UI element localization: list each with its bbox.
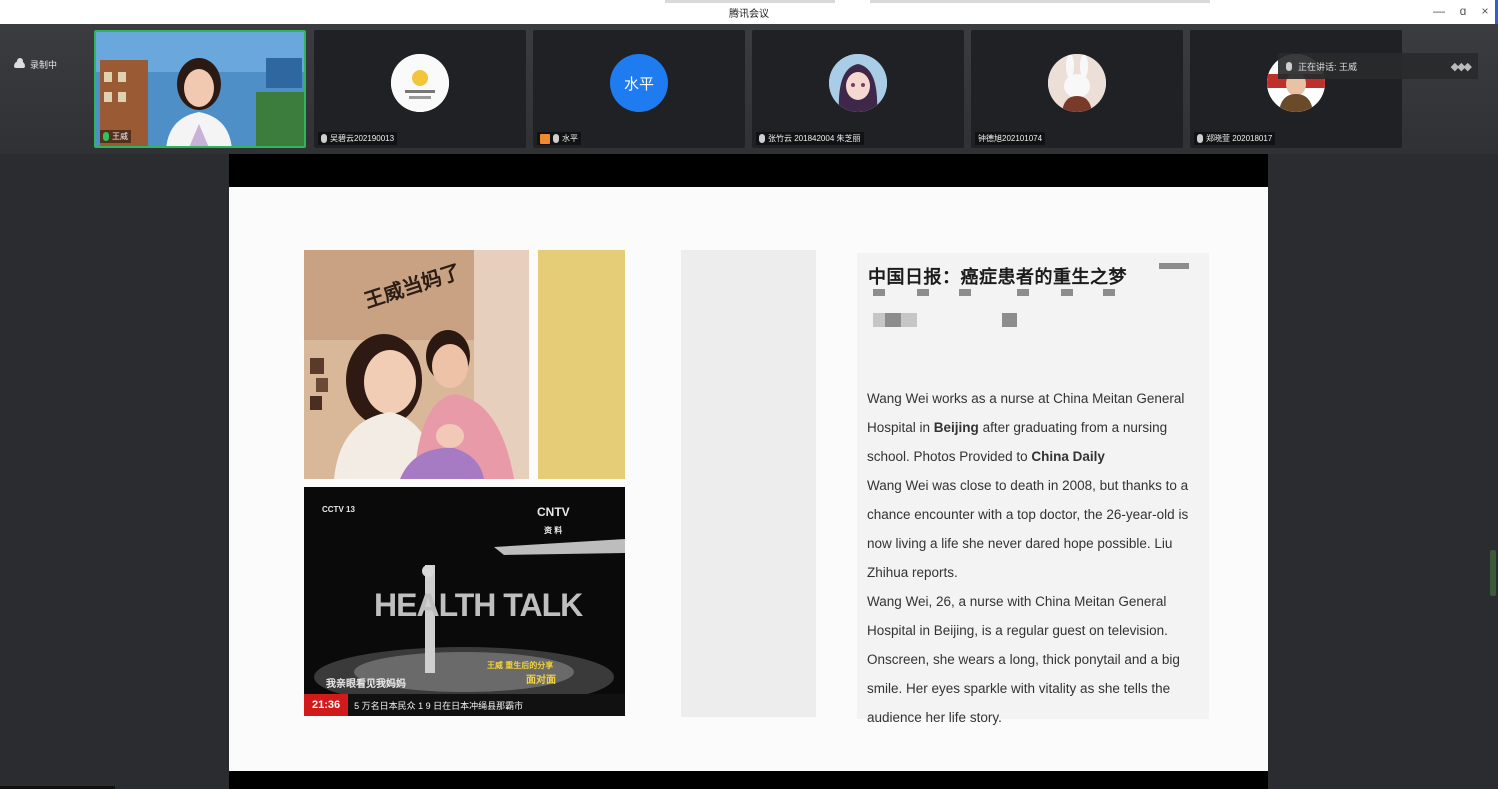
participant-name: 王威 <box>112 132 128 141</box>
rabbit-avatar-image <box>1048 54 1106 112</box>
title-bar: 腾讯会议 — ɑ × <box>0 0 1498 24</box>
tv-ticker: 21:36 5 万名日本民众 1 9 日在日本冲绳县那霸市 <box>304 694 625 716</box>
tv-logo-left: CCTV 13 <box>322 505 355 514</box>
participant-tile[interactable]: 钟德旭202101074 <box>971 30 1183 148</box>
redacted-mark <box>885 313 901 327</box>
close-button[interactable]: × <box>1478 4 1492 18</box>
tv-program-bug-sub: 面对面 <box>526 675 556 686</box>
participant-avatar <box>391 54 449 112</box>
article-body: Wang Wei works as a nurse at China Meita… <box>867 384 1205 732</box>
participant-tile-video[interactable]: 王威 <box>94 30 306 148</box>
anime-avatar-image <box>829 54 887 112</box>
mic-icon <box>759 134 765 143</box>
tv-logo-right: CNTV <box>537 505 570 519</box>
side-toolbar-handle[interactable] <box>1490 550 1496 596</box>
redacted-mark <box>959 289 971 296</box>
restore-button[interactable]: ɑ <box>1456 4 1470 18</box>
article-paragraph: Wang Wei works as a nurse at China Meita… <box>867 384 1205 471</box>
participant-name-tag: 钟德旭202101074 <box>975 132 1046 145</box>
redacted-mark <box>1103 289 1115 296</box>
participant-name: 水平 <box>562 134 578 143</box>
participant-name: 吴碧云202190013 <box>330 134 395 143</box>
participant-tile[interactable]: 水平 水平 <box>533 30 745 148</box>
article-paragraph: Wang Wei, 26, a nurse with China Meitan … <box>867 594 1180 725</box>
cloud-record-icon <box>14 58 25 68</box>
slide-photo-tv: CCTV 13 CNTV 资 料 HEALTH TALK 我亲眼看见我妈妈 王威… <box>304 487 625 716</box>
article-bold-text: Beijing <box>933 420 979 435</box>
window-title: 腾讯会议 <box>729 9 769 20</box>
mic-icon <box>553 134 559 143</box>
slide-article: 中国日报：癌症患者的重生之梦 Wang Wei works as a nurse… <box>857 253 1209 725</box>
redacted-mark <box>1002 313 1017 327</box>
participant-avatar <box>1048 54 1106 112</box>
participant-name-tag: 郑晓萱 202018017 <box>1194 132 1276 145</box>
tv-ticker-text: 5 万名日本民众 1 9 日在日本冲绳县那霸市 <box>354 700 524 711</box>
speaking-indicator[interactable]: 正在讲话: 王威 ◆◆◆ <box>1278 53 1478 79</box>
minimize-button[interactable]: — <box>1432 4 1446 18</box>
expand-strip-icon[interactable]: ◆◆◆ <box>1451 60 1472 73</box>
participant-name: 张竹云 201842004 朱芝丽 <box>768 134 861 143</box>
tv-subtitle: 我亲眼看见我妈妈 <box>326 679 406 690</box>
participant-avatar-letter: 水平 <box>610 54 668 112</box>
redacted-mark <box>1017 289 1029 296</box>
tv-logo-right-sub: 资 料 <box>544 526 563 535</box>
speaking-label: 正在讲话: 王威 <box>1298 61 1358 72</box>
title-notch-left <box>665 0 835 3</box>
mic-icon <box>1197 134 1203 143</box>
participant-name-tag: 吴碧云202190013 <box>318 132 398 145</box>
article-bold-text: China Daily <box>1031 449 1105 464</box>
redacted-mark <box>917 289 929 296</box>
mic-icon <box>321 134 327 143</box>
tv-program-bug: 王威 重生后的分享 <box>487 661 554 670</box>
participant-name: 郑晓萱 202018017 <box>1206 134 1273 143</box>
participant-name-tag: 王威 <box>100 130 131 143</box>
participant-name: 钟德旭202101074 <box>978 134 1043 143</box>
tv-stage-text: HEALTH TALK <box>374 587 583 623</box>
participant-avatar <box>829 54 887 112</box>
redacted-mark <box>1159 263 1189 269</box>
participant-tile[interactable]: 张竹云 201842004 朱芝丽 <box>752 30 964 148</box>
mic-on-icon <box>103 132 109 141</box>
screen-share-icon <box>540 133 550 144</box>
title-notch-right <box>870 0 1210 3</box>
article-paragraph: Wang Wei was close to death in 2008, but… <box>867 478 1189 580</box>
speaking-mic-icon <box>1286 61 1292 71</box>
participant-tile[interactable]: 郑晓萱 202018017 <box>1190 30 1402 148</box>
recording-status[interactable]: 录制中 <box>14 58 57 71</box>
recording-label: 录制中 <box>30 60 58 70</box>
slide-photo-family: 王威当妈了 <box>304 250 529 479</box>
meme-avatar-image <box>391 54 449 112</box>
redacted-mark <box>873 289 885 296</box>
slide-yellow-block <box>538 250 625 479</box>
tv-time: 21:36 <box>304 694 349 716</box>
article-headline: 中国日报：癌症患者的重生之梦 <box>868 267 1127 288</box>
participant-name-tag: 水平 <box>537 132 581 145</box>
redacted-mark <box>1061 289 1073 296</box>
participant-tile[interactable]: 吴碧云202190013 <box>314 30 526 148</box>
participant-name-tag: 张竹云 201842004 朱芝丽 <box>756 132 864 145</box>
slide-gray-block <box>681 250 816 717</box>
